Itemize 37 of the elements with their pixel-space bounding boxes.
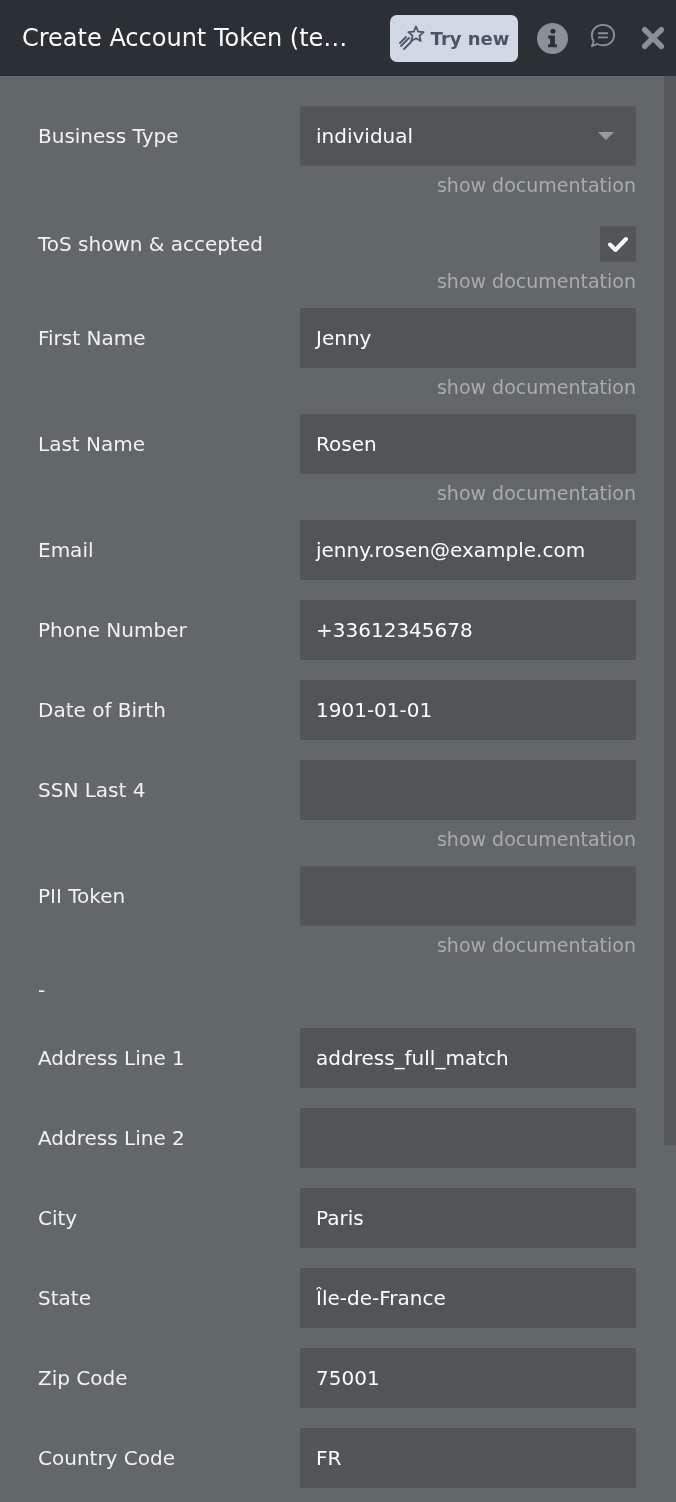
try-new-button[interactable]: Try new — [390, 14, 518, 62]
field-label: City — [38, 1206, 79, 1230]
text-field[interactable]: address_full_match — [300, 1028, 636, 1088]
shooting-star-icon — [398, 24, 427, 52]
caret-icon — [598, 132, 614, 140]
text-field[interactable]: jenny.rosen@example.com — [300, 520, 636, 580]
text-field[interactable]: Paris — [300, 1188, 636, 1248]
window-title: Create Account Token (te… — [22, 24, 349, 52]
text-field[interactable]: Île-de-France — [300, 1268, 636, 1328]
field-label: ToS shown & accepted — [38, 231, 264, 258]
field-label: Date of Birth — [38, 698, 167, 722]
field-label: Address Line 1 — [38, 1046, 186, 1070]
field-label: Address Line 2 — [38, 1126, 186, 1150]
field-label: State — [38, 1286, 92, 1310]
field-label: SSN Last 4 — [38, 778, 147, 802]
comment-icon[interactable] — [590, 23, 616, 49]
field-label: Business Type — [38, 124, 180, 148]
field-label: Phone Number — [38, 618, 188, 642]
field-label: - — [38, 978, 47, 1002]
scrollbar-thumb[interactable] — [664, 76, 676, 1145]
text-field[interactable]: +33612345678 — [300, 600, 636, 660]
field-label: Zip Code — [38, 1366, 129, 1390]
checkbox[interactable] — [600, 226, 636, 262]
text-field[interactable]: 75001 — [300, 1348, 636, 1408]
field-label: Last Name — [38, 432, 147, 456]
info-icon[interactable] — [537, 22, 568, 54]
field-label: Email — [38, 538, 95, 562]
field-label: PII Token — [38, 884, 127, 908]
text-field[interactable]: Jenny — [300, 308, 636, 368]
check-icon — [608, 236, 628, 252]
field-label: First Name — [38, 326, 147, 350]
dropdown[interactable]: individual — [300, 106, 636, 166]
text-field[interactable]: 1901-01-01 — [300, 680, 636, 740]
close-icon[interactable] — [641, 26, 665, 50]
text-field[interactable]: Rosen — [300, 414, 636, 474]
field-label: Country Code — [38, 1446, 176, 1470]
text-field[interactable]: FR — [300, 1428, 636, 1488]
